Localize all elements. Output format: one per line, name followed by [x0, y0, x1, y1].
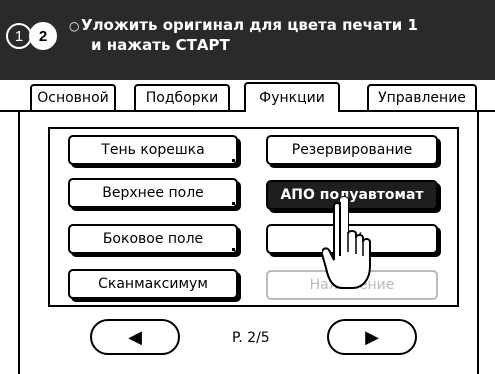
step-number-icon: 1 2: [6, 22, 57, 50]
pointing-hand-icon: [322, 196, 371, 289]
next-arrow-icon: ▶: [365, 326, 379, 348]
prev-arrow-icon: ◀: [128, 326, 142, 348]
gutter-shadow-button[interactable]: Тень корешка: [68, 135, 238, 165]
top-margin-button[interactable]: Верхнее поле: [68, 178, 238, 208]
tab-selections[interactable]: Подборки: [134, 84, 230, 110]
prev-page-button[interactable]: ◀: [90, 319, 180, 355]
scan-max-button[interactable]: Сканмаксимум: [68, 269, 238, 299]
status-message-line1: Уложить оригинал для цвета печати 1: [81, 16, 418, 34]
tab-functions[interactable]: Функции: [244, 82, 340, 112]
reservation-button[interactable]: Резервирование: [266, 135, 438, 165]
tab-bar: Основной Подборки Функции Управление: [0, 82, 495, 112]
tab-basic[interactable]: Основной: [30, 84, 116, 110]
svg-text:2: 2: [39, 28, 47, 45]
side-margin-button[interactable]: Боковое поле: [68, 224, 238, 254]
tab-management[interactable]: Управление: [367, 84, 477, 110]
message-circle-icon: ○: [69, 19, 80, 33]
frame-left: [18, 112, 20, 374]
svg-text:1: 1: [15, 28, 23, 45]
next-page-button[interactable]: ▶: [327, 319, 417, 355]
status-header: 1 2 ○ Уложить оригинал для цвета печати …: [0, 0, 495, 80]
status-message-line2: и нажать СТАРТ: [91, 36, 230, 54]
page-indicator: P. 2/5: [232, 330, 270, 346]
frame-right: [477, 112, 479, 374]
